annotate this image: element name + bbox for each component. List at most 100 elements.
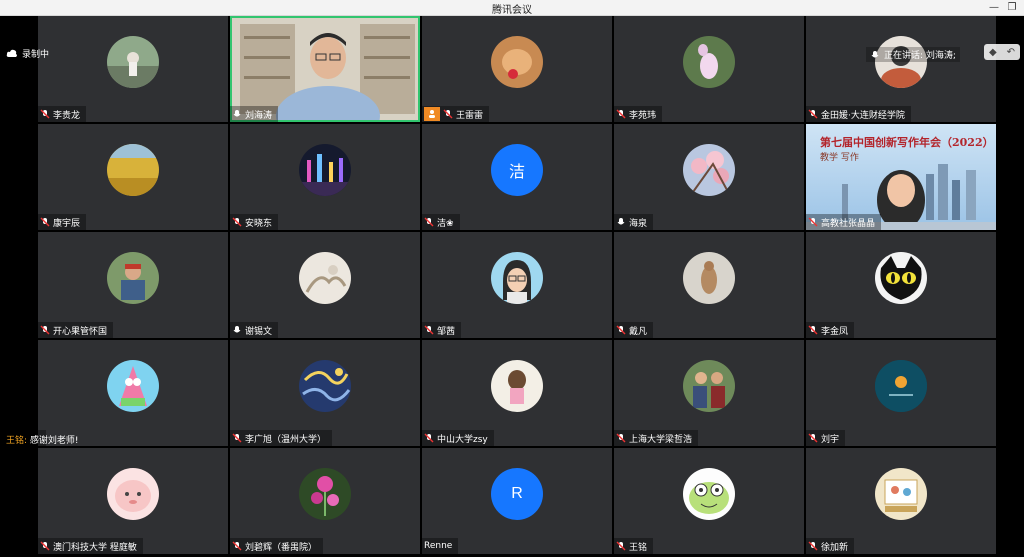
participant-avatar [107, 144, 159, 196]
title-bar: 腾讯会议 — ❐ [0, 0, 1024, 16]
grid-view-icon[interactable]: ◆ [989, 47, 997, 58]
participant-name: 澳门科技大学 程庭敏 [53, 542, 137, 553]
participant-name: 李苑玮 [629, 110, 657, 121]
participant-avatar [299, 468, 351, 520]
chat-sender: 王铭: [6, 436, 28, 446]
floating-controls[interactable]: ◆ ↶ [984, 44, 1020, 60]
participant-tile[interactable]: 邹茜 [422, 232, 612, 338]
participant-name: 康宇辰 [53, 218, 81, 229]
mic-muted-icon [40, 541, 50, 551]
participant-name: Renne [424, 541, 453, 551]
mic-muted-icon [808, 433, 818, 443]
participant-tile[interactable]: 李贵龙 [38, 16, 228, 122]
participant-tile[interactable]: 安晓东 [230, 124, 420, 230]
participant-avatar [683, 252, 735, 304]
chat-bubble: 王铭: 感谢刘老师! [6, 433, 79, 446]
restore-button[interactable]: ❐ [1002, 0, 1022, 16]
participant-name: 谢锡文 [245, 326, 273, 337]
recording-indicator[interactable]: 录制中 [6, 47, 49, 60]
mic-muted-icon [616, 325, 626, 335]
mic-icon [233, 326, 241, 333]
window-title: 腾讯会议 [492, 5, 532, 16]
participant-avatar [299, 360, 351, 412]
mic-muted-icon [232, 433, 242, 443]
mic-muted-icon [616, 433, 626, 443]
participant-avatar [875, 36, 927, 88]
mic-muted-icon [40, 217, 50, 227]
participant-avatar [875, 468, 927, 520]
participant-name: 高教社张晶晶 [821, 218, 876, 229]
participant-avatar: 洁 [491, 144, 543, 196]
participant-tile[interactable]: 康宇辰 [38, 124, 228, 230]
participant-video-tile[interactable]: 第七届中国创新写作年会（2022） 教学 写作 高教社张晶晶 [806, 124, 996, 230]
participant-name: 李广旭（温州大学） [245, 434, 327, 445]
participant-tile[interactable] [38, 340, 228, 446]
participant-avatar [299, 144, 351, 196]
mic-muted-icon [808, 109, 818, 119]
participant-name: 开心果管怀国 [53, 326, 108, 337]
recording-label: 录制中 [22, 50, 50, 60]
participant-avatar [683, 360, 735, 412]
participant-avatar [299, 252, 351, 304]
participant-tile[interactable]: 金田媛·大连财经学院 [806, 16, 996, 122]
participant-name: 徐加新 [821, 542, 849, 553]
participant-name: 海泉 [629, 218, 648, 229]
mic-muted-icon [808, 325, 818, 335]
participant-tile[interactable]: 谢锡文 [230, 232, 420, 338]
participant-avatar [107, 468, 159, 520]
participant-avatar [491, 360, 543, 412]
participant-tile[interactable]: 王雷雷 [422, 16, 612, 122]
participant-name: 洁❀ [437, 218, 454, 229]
conference-banner-sub: 教学 写作 [820, 153, 859, 163]
participant-name: 刘碧辉（番禺院） [245, 542, 318, 553]
participant-tile[interactable]: R Renne [422, 448, 612, 554]
mic-icon [871, 50, 879, 57]
conference-banner: 第七届中国创新写作年会（2022） [820, 136, 994, 149]
participant-tile[interactable]: 王铭 [614, 448, 804, 554]
mic-muted-icon [424, 433, 434, 443]
participant-avatar [491, 36, 543, 88]
participant-name: 李金凤 [821, 326, 849, 337]
mic-muted-icon [232, 541, 242, 551]
participant-tile[interactable]: 李广旭（温州大学） [230, 340, 420, 446]
participant-tile[interactable]: 刘碧辉（番禺院） [230, 448, 420, 554]
participant-avatar [683, 468, 735, 520]
participant-name: 金田媛·大连财经学院 [821, 110, 905, 121]
participant-tile[interactable]: 戴凡 [614, 232, 804, 338]
mic-muted-icon [616, 109, 626, 119]
participant-name: 李贵龙 [53, 110, 81, 121]
mic-muted-icon [808, 217, 818, 227]
mic-icon [233, 110, 241, 117]
mic-muted-icon [443, 109, 453, 119]
participant-name: 邹茜 [437, 326, 456, 337]
participant-name: 刘海涛 [245, 110, 273, 121]
participant-avatar [875, 252, 927, 304]
back-arrow-icon[interactable]: ↶ [1007, 47, 1015, 58]
participant-tile[interactable]: 徐加新 [806, 448, 996, 554]
participant-tile[interactable]: 上海大学梁哲浩 [614, 340, 804, 446]
host-badge-icon [424, 107, 440, 121]
speaking-label: 正在讲话: 刘海涛; [884, 51, 956, 61]
participant-avatar [491, 252, 543, 304]
participant-name: 上海大学梁哲浩 [629, 434, 693, 445]
participant-tile[interactable]: 开心果管怀国 [38, 232, 228, 338]
mic-muted-icon [616, 541, 626, 551]
participant-tile[interactable]: 海泉 [614, 124, 804, 230]
participant-avatar: R [491, 468, 543, 520]
participant-tile[interactable]: 澳门科技大学 程庭敏 [38, 448, 228, 554]
participant-name: 王铭 [629, 542, 648, 553]
participant-tile[interactable]: 中山大学zsy [422, 340, 612, 446]
cloud-icon [6, 49, 17, 57]
participant-tile[interactable]: 刘宇 [806, 340, 996, 446]
mic-muted-icon [808, 541, 818, 551]
minimize-button[interactable]: — [984, 0, 1004, 16]
participant-name: 王雷雷 [456, 110, 484, 121]
participant-avatar [107, 360, 159, 412]
participant-video-tile[interactable]: 刘海涛 [230, 16, 420, 122]
mic-muted-icon [232, 217, 242, 227]
participant-tile[interactable]: 李苑玮 [614, 16, 804, 122]
mic-icon [617, 218, 625, 225]
participant-tile[interactable]: 洁 洁❀ [422, 124, 612, 230]
participant-tile[interactable]: 李金凤 [806, 232, 996, 338]
mic-muted-icon [424, 325, 434, 335]
